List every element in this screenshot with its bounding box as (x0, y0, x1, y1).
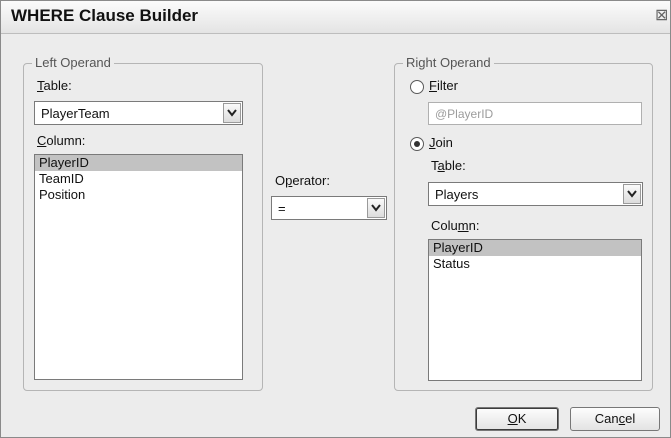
operator-value: = (278, 201, 286, 216)
title-bar: WHERE Clause Builder ⊠ (1, 1, 670, 34)
filter-input[interactable]: @PlayerID (428, 102, 642, 125)
join-label[interactable]: Join (429, 135, 453, 150)
chevron-down-icon[interactable] (367, 198, 385, 218)
operator-select[interactable]: = (271, 196, 387, 220)
cancel-button-label: Cancel (594, 411, 636, 426)
list-item[interactable]: Position (35, 187, 242, 203)
operator-label: Operator: (275, 173, 330, 188)
left-column-list[interactable]: PlayerID TeamID Position (34, 154, 243, 380)
left-operand-legend: Left Operand (32, 55, 114, 70)
right-column-label: Column: (431, 218, 480, 233)
where-clause-builder-dialog: WHERE Clause Builder ⊠ Left Operand Tabl… (0, 0, 671, 438)
ok-button[interactable]: OK (475, 407, 559, 431)
right-operand-legend: Right Operand (403, 55, 494, 70)
cancel-button[interactable]: Cancel (570, 407, 660, 431)
filter-label[interactable]: Filter (429, 78, 458, 93)
filter-placeholder: @PlayerID (435, 107, 494, 121)
ok-button-label: OK (507, 411, 527, 426)
list-item[interactable]: PlayerID (35, 155, 242, 171)
chevron-down-icon[interactable] (223, 103, 241, 123)
list-item[interactable]: Status (429, 256, 641, 272)
chevron-down-icon[interactable] (623, 184, 641, 204)
left-column-label: Column: (37, 133, 86, 148)
close-icon[interactable]: ⊠ (655, 5, 671, 25)
right-column-list[interactable]: PlayerID Status (428, 239, 642, 381)
left-table-label: Table: (37, 78, 72, 93)
left-table-select[interactable]: PlayerTeam (34, 101, 243, 125)
right-table-label: Table: (431, 158, 466, 173)
window-title: WHERE Clause Builder (11, 6, 199, 25)
left-table-value: PlayerTeam (41, 106, 110, 121)
right-table-select[interactable]: Players (428, 182, 643, 206)
join-radio[interactable] (410, 137, 424, 151)
filter-radio[interactable] (410, 80, 424, 94)
list-item[interactable]: TeamID (35, 171, 242, 187)
right-table-value: Players (435, 187, 479, 202)
list-item[interactable]: PlayerID (429, 240, 641, 256)
